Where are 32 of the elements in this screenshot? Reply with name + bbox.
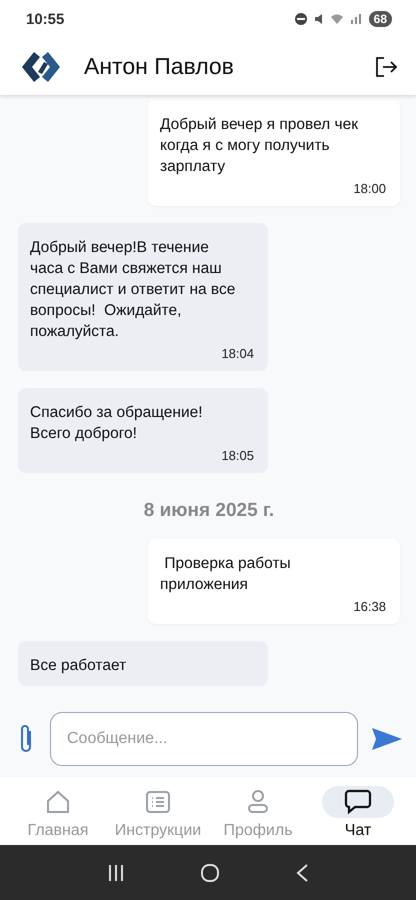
send-icon[interactable] [372, 726, 402, 752]
nav-tab[interactable]: Главная [8, 778, 108, 845]
home-button-icon[interactable] [200, 862, 220, 882]
chat-icon [344, 789, 372, 815]
recent-apps-icon[interactable] [107, 864, 126, 882]
list-icon [145, 789, 171, 815]
message-field[interactable]: Сообщение... [50, 712, 358, 766]
date-separator: 8 июня 2025 г. [142, 500, 276, 522]
message-time: 16:38 [353, 599, 386, 614]
do-not-disturb-icon [294, 13, 307, 25]
message-text: Спасибо за обращение! Всего доброго! [30, 403, 204, 444]
home-icon [45, 789, 71, 815]
nav-tab[interactable]: Профиль [208, 778, 308, 845]
message-text: Добрый вечер!В течение часа с Вами свяжется наш специалист и ответит на все вопросы! Ожидайте, пожалуйста. [30, 238, 236, 342]
profile-icon [245, 789, 271, 815]
signal-icon [350, 14, 361, 24]
logo-icon [20, 50, 62, 84]
nav-tab[interactable]: Инструкции [108, 778, 208, 845]
message-text: Проверка работы приложения [160, 554, 292, 595]
message-time: 18:05 [221, 448, 254, 463]
message-time: 18:00 [353, 181, 386, 196]
mute-icon [314, 14, 323, 24]
back-icon[interactable] [294, 862, 309, 882]
message-text: Добрый вечер я провел чек когда я с могу получить зарплату [160, 115, 360, 177]
nav-tab[interactable]: Чат [308, 778, 408, 845]
message-text: Все работает [30, 656, 128, 676]
battery-level: 68 [368, 11, 392, 27]
logout-icon[interactable] [374, 54, 398, 78]
message-time: 18:04 [221, 346, 254, 361]
wifi-icon [330, 14, 343, 24]
contact-name: Антон Павлов [84, 53, 235, 80]
status-time: 10:55 [26, 10, 66, 28]
